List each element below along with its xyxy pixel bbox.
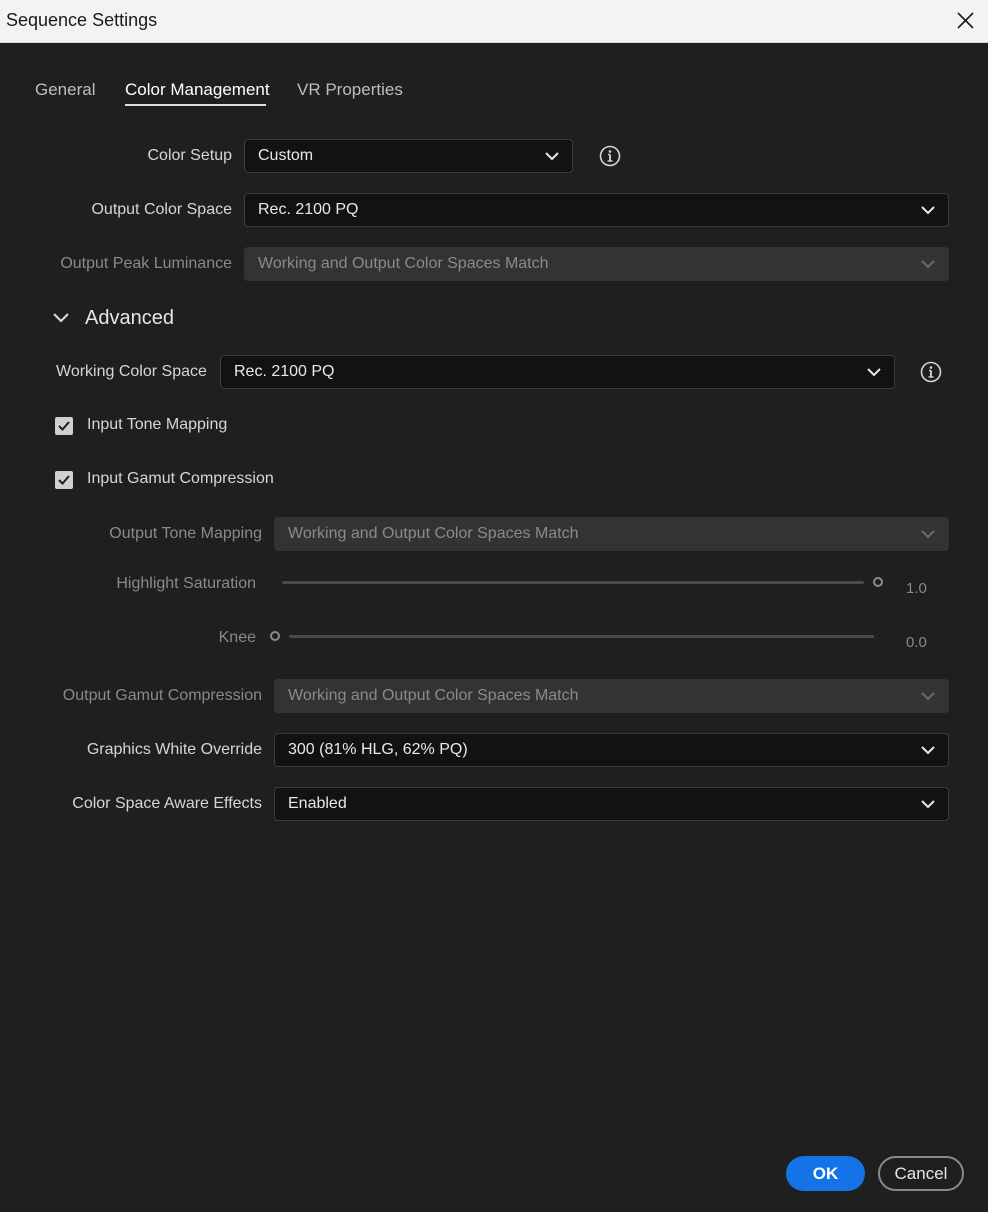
chevron-down-icon — [867, 368, 881, 377]
output-color-space-dropdown[interactable]: Rec. 2100 PQ — [244, 193, 949, 227]
chevron-down-icon — [921, 206, 935, 215]
output-tone-mapping-dropdown: Working and Output Color Spaces Match — [274, 517, 949, 551]
chevron-down-icon — [921, 692, 935, 701]
output-gamut-compression-label: Output Gamut Compression — [62, 687, 262, 704]
knee-label: Knee — [218, 629, 256, 646]
output-gamut-compression-dropdown: Working and Output Color Spaces Match — [274, 679, 949, 713]
tab-color-management[interactable]: Color Management — [125, 80, 270, 100]
color-setup-dropdown[interactable]: Custom — [244, 139, 573, 173]
graphics-white-override-label: Graphics White Override — [86, 741, 262, 758]
chevron-down-icon — [921, 530, 935, 539]
info-icon[interactable] — [920, 361, 942, 383]
close-icon — [957, 12, 974, 29]
knee-thumb[interactable] — [270, 631, 280, 641]
knee-track[interactable] — [289, 635, 874, 638]
working-color-space-dropdown[interactable]: Rec. 2100 PQ — [220, 355, 895, 389]
output-tone-mapping-value: Working and Output Color Spaces Match — [288, 525, 579, 542]
output-gamut-compression-value: Working and Output Color Spaces Match — [288, 687, 579, 704]
input-tone-mapping-checkbox[interactable] — [55, 417, 73, 435]
checkmark-icon — [58, 421, 70, 431]
highlight-saturation-value: 1.0 — [906, 580, 927, 597]
working-color-space-label: Working Color Space — [56, 363, 207, 380]
color-setup-value: Custom — [258, 147, 314, 164]
color-space-aware-effects-dropdown[interactable]: Enabled — [274, 787, 949, 821]
output-peak-luminance-label: Output Peak Luminance — [60, 255, 232, 272]
output-tone-mapping-label: Output Tone Mapping — [109, 525, 262, 542]
graphics-white-override-dropdown[interactable]: 300 (81% HLG, 62% PQ) — [274, 733, 949, 767]
active-tab-indicator — [125, 104, 266, 106]
working-color-space-value: Rec. 2100 PQ — [234, 363, 335, 380]
ok-button[interactable]: OK — [786, 1156, 865, 1191]
tab-vr-properties[interactable]: VR Properties — [297, 80, 403, 100]
title-bar: Sequence Settings — [0, 0, 988, 43]
chevron-down-icon — [921, 746, 935, 755]
output-peak-luminance-value: Working and Output Color Spaces Match — [258, 255, 549, 272]
chevron-down-icon — [921, 260, 935, 269]
sequence-settings-dialog: Sequence Settings General Color Manageme… — [0, 0, 988, 1212]
cancel-button[interactable]: Cancel — [878, 1156, 964, 1191]
output-color-space-label: Output Color Space — [91, 201, 232, 218]
color-setup-label: Color Setup — [147, 147, 233, 164]
output-peak-luminance-dropdown: Working and Output Color Spaces Match — [244, 247, 949, 281]
input-tone-mapping-label[interactable]: Input Tone Mapping — [87, 416, 227, 434]
chevron-down-icon — [545, 152, 559, 161]
close-button[interactable] — [952, 8, 978, 34]
graphics-white-override-value: 300 (81% HLG, 62% PQ) — [288, 741, 468, 758]
advanced-section-header[interactable]: Advanced — [85, 307, 174, 330]
advanced-chevron-icon[interactable] — [52, 310, 70, 326]
window-title: Sequence Settings — [6, 10, 158, 30]
color-space-aware-effects-label: Color Space Aware Effects — [72, 795, 262, 812]
highlight-saturation-track[interactable] — [282, 581, 864, 584]
tab-general[interactable]: General — [35, 80, 95, 100]
highlight-saturation-thumb[interactable] — [873, 577, 883, 587]
color-space-aware-effects-value: Enabled — [288, 795, 347, 812]
checkmark-icon — [58, 475, 70, 485]
info-icon[interactable] — [599, 145, 621, 167]
output-color-space-value: Rec. 2100 PQ — [258, 201, 359, 218]
input-gamut-compression-checkbox[interactable] — [55, 471, 73, 489]
highlight-saturation-label: Highlight Saturation — [116, 575, 256, 592]
chevron-down-icon — [921, 800, 935, 809]
knee-value: 0.0 — [906, 634, 927, 651]
input-gamut-compression-label[interactable]: Input Gamut Compression — [87, 470, 274, 488]
